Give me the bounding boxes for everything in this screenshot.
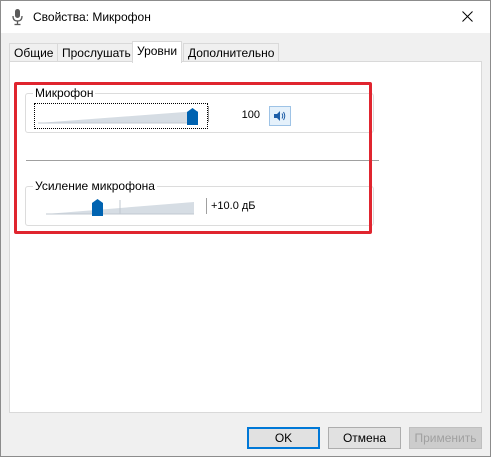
tab-strip: Общие Прослушать Уровни Дополнительно (9, 41, 479, 63)
properties-dialog: Свойства: Микрофон Общие Прослушать Уров… (0, 0, 491, 457)
close-button[interactable] (444, 1, 490, 32)
close-icon (461, 11, 473, 22)
tab-listen[interactable]: Прослушать (57, 43, 136, 62)
microphone-icon (12, 9, 23, 26)
cancel-button[interactable]: Отмена (328, 427, 401, 449)
ok-button[interactable]: OK (247, 427, 320, 449)
window-title: Свойства: Микрофон (33, 10, 151, 24)
tab-levels[interactable]: Уровни (132, 41, 183, 63)
apply-button[interactable]: Применить (409, 427, 482, 449)
tab-general[interactable]: Общие (9, 43, 59, 62)
levels-highlight-frame (14, 82, 372, 234)
title-bar: Свойства: Микрофон (1, 1, 490, 33)
tab-advanced[interactable]: Дополнительно (183, 43, 280, 62)
levels-panel: Микрофон 100 Усиление микрофона +10.0 дБ (9, 61, 482, 413)
